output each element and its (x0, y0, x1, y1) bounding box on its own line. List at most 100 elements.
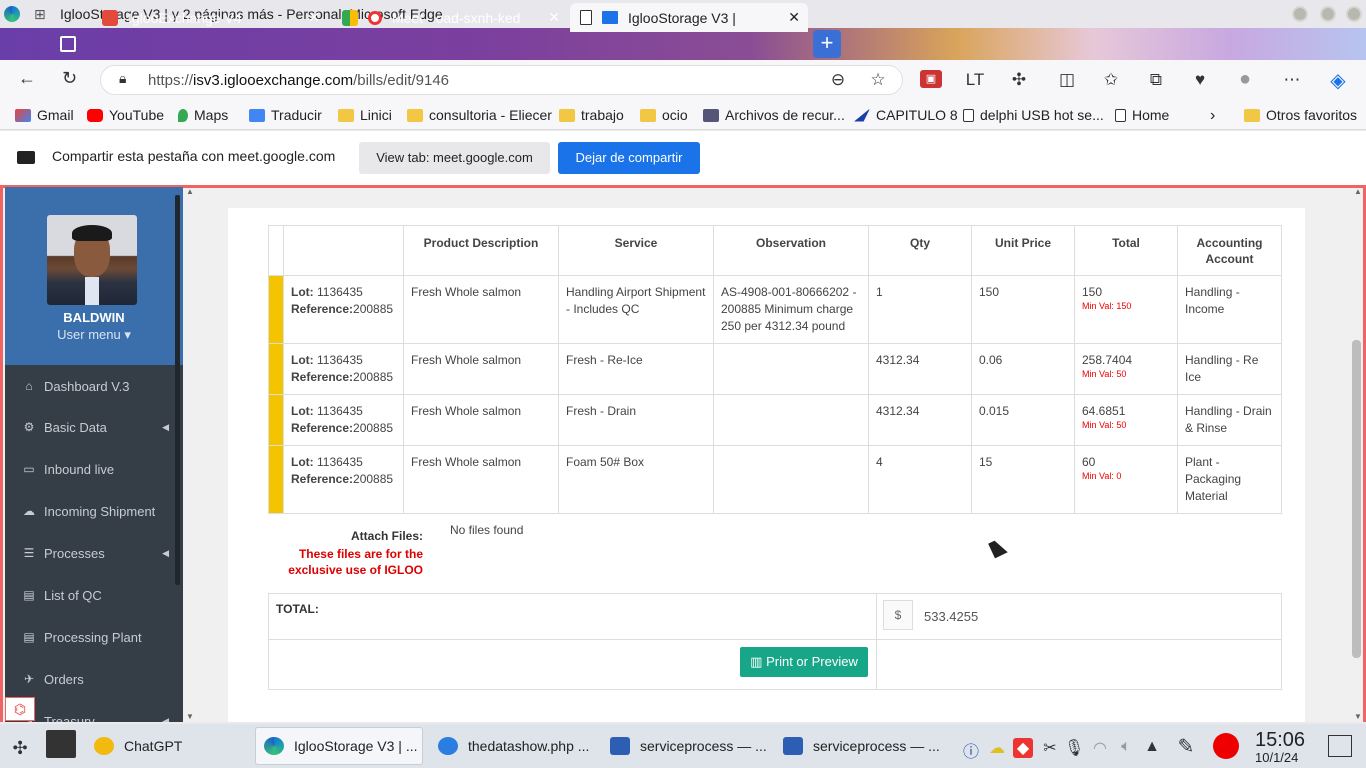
bookmark-consultoria[interactable]: consultoria - Eliecer (407, 107, 552, 123)
desktop-switcher-icon[interactable] (46, 730, 76, 758)
tray-expand-icon[interactable]: ▲ (1142, 738, 1162, 756)
wifi-icon[interactable]: ◠ (1090, 738, 1110, 758)
bookmark-traducir[interactable]: Traducir (249, 107, 322, 123)
back-icon[interactable]: ← (18, 68, 36, 89)
close-tab-icon[interactable]: ✕ (548, 9, 560, 26)
total-cell: 258.7404 Min Val: 50 (1074, 343, 1178, 395)
user-menu-toggle[interactable]: User menu ▾ (5, 327, 183, 343)
taskbar-item-serviceprocess-1[interactable]: serviceprocess — ... (602, 727, 768, 765)
sidebar-item-inbound-live[interactable]: ▭ Inbound live (5, 450, 175, 488)
debugbar-icon[interactable]: ⌬ (5, 697, 35, 721)
scissors-icon[interactable]: ✂ (1040, 738, 1060, 758)
weather-icon[interactable]: ☁ (987, 738, 1007, 758)
split-screen-icon[interactable]: ◫ (1056, 70, 1078, 90)
volume-icon[interactable]: 🔈︎ (1116, 738, 1136, 756)
bookmark-delphi[interactable]: delphi USB hot se... (963, 107, 1104, 123)
view-tab-button[interactable]: View tab: meet.google.com (359, 142, 550, 174)
totals-divider (876, 594, 877, 689)
total-value-field[interactable]: 533.4255 (924, 609, 978, 624)
close-tab-icon[interactable]: ✕ (308, 9, 320, 26)
more-bookmarks-chevron-icon[interactable]: › (1210, 107, 1215, 125)
sidebar-scroll-down-icon[interactable]: ▼ (186, 712, 194, 721)
extensions-icon[interactable]: ✣ (1008, 70, 1030, 90)
url-text[interactable]: https://isv3.iglooexchange.com/bills/edi… (148, 72, 449, 89)
bill-items-table: Product Description Service Observation … (268, 225, 1282, 514)
lot-cell: Lot: 1136435 Reference:200885 (283, 275, 404, 344)
observation-cell (713, 445, 869, 514)
sidebar-item-dashboard[interactable]: ⌂ Dashboard V.3 (5, 367, 175, 405)
sidebar-item-incoming-shipment[interactable]: ☁ Incoming Shipment (5, 492, 175, 530)
close-window-button[interactable] (1346, 6, 1362, 22)
sidebar-item-orders[interactable]: ✈ Orders (5, 660, 175, 698)
bookmark-youtube[interactable]: YouTube (87, 107, 164, 123)
info-icon[interactable]: ⓘ (961, 738, 981, 762)
profile-icon[interactable]: ● (1234, 68, 1256, 91)
collections-icon[interactable]: ⧉ (1145, 70, 1167, 90)
gmail-icon (15, 108, 31, 122)
clipboard-icon: ▤ (23, 630, 35, 644)
notifications-icon[interactable] (1328, 735, 1352, 757)
tab-iglostorage[interactable]: IglooStorage V3 | ✕ (570, 3, 808, 32)
maximize-button[interactable] (1320, 6, 1336, 22)
bookmark-home[interactable]: Home (1115, 107, 1169, 123)
stop-sharing-button[interactable]: Dejar de compartir (558, 142, 700, 174)
sidebar-scroll-up-icon[interactable]: ▲ (186, 187, 194, 196)
favorite-star-icon[interactable]: ☆ (867, 70, 889, 90)
clock-time[interactable]: 15:06 (1255, 729, 1305, 752)
sidebar-item-basic-data[interactable]: ⚙ Basic Data ◀ (5, 408, 175, 446)
minimize-button[interactable] (1292, 6, 1308, 22)
record-icon[interactable] (1213, 733, 1239, 759)
anydesk-icon[interactable]: ◆ (1013, 738, 1033, 758)
favorites-icon[interactable]: ✩ (1100, 70, 1122, 90)
bookmark-maps[interactable]: Maps (178, 107, 228, 123)
bookmark-capitulo8[interactable]: CAPITULO 8 (854, 107, 958, 123)
sharing-tab-icon (602, 11, 618, 24)
avatar (47, 215, 137, 305)
row-flag (268, 394, 284, 446)
refresh-icon[interactable]: ↻ (62, 68, 77, 89)
chevron-left-icon: ◀ (162, 715, 169, 723)
bookmark-trabajo[interactable]: trabajo (559, 107, 624, 123)
microphone-icon[interactable]: 🎙︎ (1064, 738, 1084, 758)
row-flag (268, 343, 284, 395)
close-tab-icon[interactable]: ✕ (788, 9, 800, 26)
taskbar-item-thedatashow[interactable]: thedatashow.php ... (430, 727, 596, 765)
performance-icon[interactable]: ♥ (1189, 70, 1211, 90)
bookmark-ocio[interactable]: ocio (640, 107, 688, 123)
sidebar-item-processing-plant[interactable]: ▤ Processing Plant (5, 618, 175, 656)
copilot-icon[interactable]: ◈ (1327, 68, 1349, 93)
new-tab-button[interactable]: + (813, 30, 841, 58)
bookmark-linici[interactable]: Linici (338, 107, 392, 123)
file-pdf-icon: ▥ (750, 654, 767, 669)
pen-icon[interactable]: ✎ (1176, 734, 1196, 759)
more-menu-icon[interactable]: ⋯ (1281, 70, 1303, 90)
lock-icon[interactable]: 🔒︎ (119, 70, 126, 87)
page-scrollbar[interactable] (1352, 340, 1361, 658)
tab-label: IglooStorage V3 | (628, 9, 736, 26)
zoom-icon[interactable]: ⊖ (827, 70, 849, 90)
extension-lt-icon[interactable]: LT (964, 70, 986, 90)
taskbar-item-serviceprocess-2[interactable]: serviceprocess — ... (775, 727, 941, 765)
bookmark-gmail[interactable]: Gmail (15, 107, 74, 123)
print-preview-button[interactable]: ▥ Print or Preview (740, 647, 868, 677)
clock-date[interactable]: 10/1/24 (1255, 750, 1298, 765)
sidebar-item-label: Processes (44, 545, 105, 561)
sidebar-item-list-of-qc[interactable]: ▤ List of QC (5, 576, 175, 614)
extension-icon[interactable]: ▣ (920, 70, 942, 88)
taskbar-item-chatgpt[interactable]: ChatGPT (86, 727, 251, 765)
page-scroll-down-icon[interactable]: ▼ (1354, 712, 1362, 721)
bookmark-archivos[interactable]: Archivos de recur... (703, 107, 845, 123)
sidebar-scrollbar[interactable] (175, 195, 180, 585)
service-cell: Fresh - Re-Ice (558, 343, 714, 395)
taskbar-item-edge[interactable]: IglooStorage V3 | ... (255, 727, 423, 765)
start-menu-icon[interactable]: ✣ (10, 738, 30, 759)
tab-meet[interactable]: Meet - oad-sxnh-ked ✕ (332, 3, 568, 32)
tab-iglooexchange[interactable]: IglooExchange V4 ✕ (92, 3, 328, 32)
page-scroll-up-icon[interactable]: ▲ (1354, 187, 1362, 196)
sidebar-item-processes[interactable]: ☰ Processes ◀ (5, 534, 175, 572)
vertical-tabs-icon[interactable] (60, 36, 76, 52)
bookmark-otros-favoritos[interactable]: Otros favoritos (1244, 107, 1357, 123)
qty-cell: 4 (868, 445, 972, 514)
table-row: Lot: 1136435 Reference:200885 Fresh Whole… (268, 275, 1282, 344)
workspaces-icon[interactable]: ⊞ (34, 6, 50, 23)
